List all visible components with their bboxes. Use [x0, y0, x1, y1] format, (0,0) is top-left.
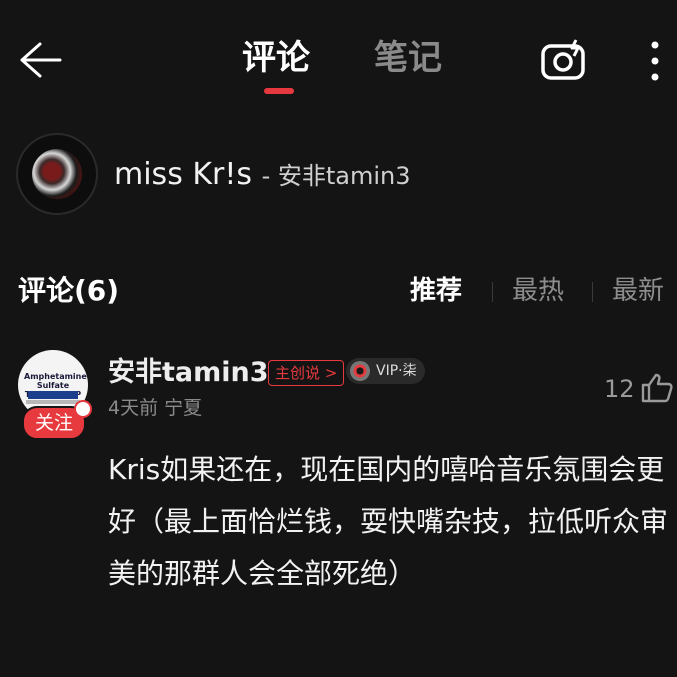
sort-hot[interactable]: 最热 — [512, 273, 564, 309]
song-artist: - 安非tamin3 — [261, 162, 411, 190]
avatar-image-stripe — [26, 400, 80, 404]
vinyl-icon — [350, 361, 370, 381]
song-info[interactable]: miss Kr!s - 安非tamin3 — [114, 155, 411, 196]
comments-count-heading: 评论(6) — [18, 274, 120, 307]
thumbs-up-icon[interactable] — [640, 372, 674, 404]
like-count: 12 — [604, 375, 635, 403]
creator-badge[interactable]: 主创说 > — [268, 360, 345, 386]
back-arrow-icon[interactable] — [18, 40, 62, 80]
sort-divider — [592, 282, 593, 302]
sort-divider — [492, 282, 493, 302]
comment-meta: 4天前 宁夏 — [108, 396, 202, 420]
more-vertical-icon[interactable] — [646, 40, 664, 82]
camera-icon[interactable] — [540, 38, 588, 82]
comment-location: 宁夏 — [164, 397, 203, 419]
song-cover-disc[interactable] — [16, 133, 98, 215]
listening-icon — [74, 400, 92, 418]
vip-badge-label: VIP·柒 — [376, 363, 417, 379]
comment-time: 4天前 — [108, 397, 159, 419]
comment-text: Kris如果还在，现在国内的嘻哈音乐氛围会更好（最上面恰烂钱，耍快嘴杂技，拉低听… — [108, 453, 669, 590]
avatar-image-stripe — [28, 391, 78, 399]
song-title: miss Kr!s — [114, 157, 253, 192]
song-cover-art — [32, 149, 82, 199]
sort-recommend[interactable]: 推荐 — [410, 273, 462, 309]
tab-comments[interactable]: 评论 — [242, 36, 310, 80]
active-tab-indicator — [264, 88, 294, 94]
vip-badge[interactable]: VIP·柒 — [346, 358, 425, 384]
comment-username[interactable]: 安非tamin3 — [108, 356, 269, 390]
sort-new[interactable]: 最新 — [612, 273, 664, 309]
tab-notes[interactable]: 笔记 — [374, 36, 442, 80]
